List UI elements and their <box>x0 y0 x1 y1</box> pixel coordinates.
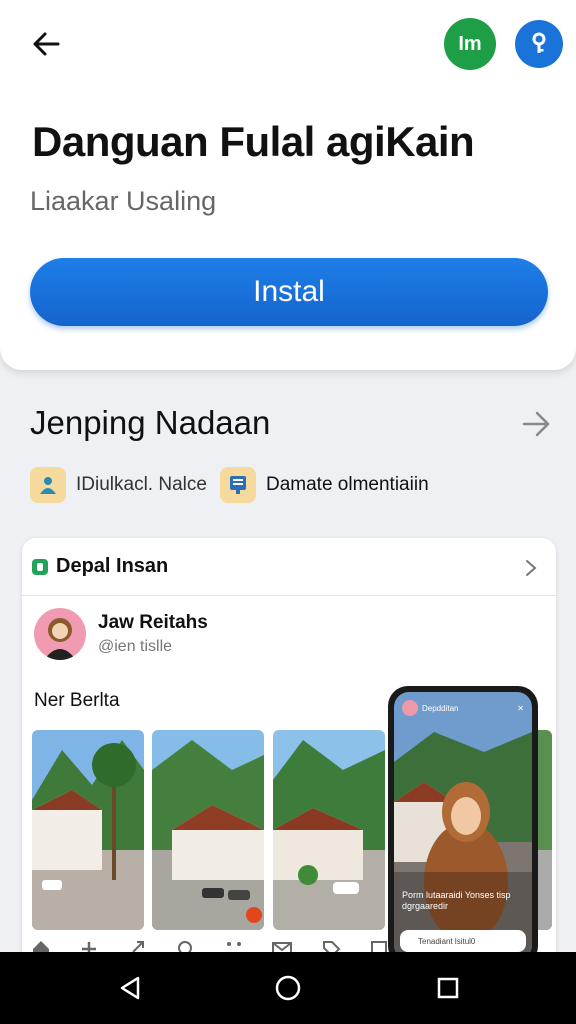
feed-card: Depal Insan Jaw Reitahs @ien tislle Ner … <box>22 538 556 988</box>
chip-item[interactable]: Damate olmentiaiin <box>220 466 429 504</box>
chip-label: Damate olmentiaiin <box>266 474 429 495</box>
account-avatar[interactable]: Im <box>444 18 496 70</box>
post-author-name: Jaw Reitahs <box>98 612 208 633</box>
section-more-button[interactable] <box>520 406 552 442</box>
post-text: Ner Berlta <box>34 690 120 711</box>
feed-header[interactable]: Depal Insan <box>22 538 556 596</box>
document-icon <box>220 467 256 503</box>
post-photo[interactable] <box>152 730 264 930</box>
app-logo-icon <box>32 558 48 575</box>
chip-item[interactable]: IDiulkacl. Nalce <box>30 466 207 504</box>
avatar-initials: Im <box>458 32 482 55</box>
square-recents-icon <box>437 977 459 999</box>
nav-recents-button[interactable] <box>432 972 464 1004</box>
arrow-right-icon <box>522 411 550 437</box>
nav-back-button[interactable] <box>114 972 146 1004</box>
post-avatar[interactable] <box>34 608 86 660</box>
info-button[interactable] <box>515 20 563 68</box>
phone-caption: Porm lutaaraidi Yonses tisp dgrgaaredir <box>402 890 511 911</box>
feed-header-title: Depal Insan <box>56 555 169 577</box>
system-nav-bar <box>0 952 576 1024</box>
person-icon <box>30 467 66 503</box>
back-arrow-icon <box>33 32 60 56</box>
info-icon <box>532 32 546 53</box>
post-photo[interactable] <box>273 730 385 930</box>
install-button[interactable]: Instal <box>30 258 548 326</box>
phone-header: Depdditan ✕ <box>402 700 524 716</box>
phone-avatar <box>402 700 418 716</box>
phone-comment-input[interactable]: Tenadiant lsitul0 <box>400 930 526 952</box>
app-subtitle: Liaakar Usaling <box>30 186 217 216</box>
close-icon[interactable]: ✕ <box>517 704 524 713</box>
chevron-right-icon[interactable] <box>524 558 538 578</box>
app-header-card: Im Danguan Fulal agiKain Liaakar Usaling… <box>0 0 576 370</box>
phone-username: Depdditan <box>422 703 459 713</box>
app-title: Danguan Fulal agiKain <box>32 118 475 165</box>
post-author-handle: @ien tislle <box>98 638 173 655</box>
nav-home-button[interactable] <box>272 972 304 1004</box>
section-title: Jenping Nadaan <box>30 404 271 441</box>
phone-preview[interactable]: Depdditan ✕ Porm lutaaraidi Yonses tisp … <box>388 686 538 966</box>
phone-screen: Depdditan ✕ Porm lutaaraidi Yonses tisp … <box>394 692 532 960</box>
circle-home-icon <box>275 975 301 1001</box>
chip-label: IDiulkacl. Nalce <box>76 474 207 495</box>
post-photo[interactable] <box>32 730 144 930</box>
triangle-back-icon <box>120 976 140 1000</box>
back-button[interactable] <box>28 26 64 62</box>
